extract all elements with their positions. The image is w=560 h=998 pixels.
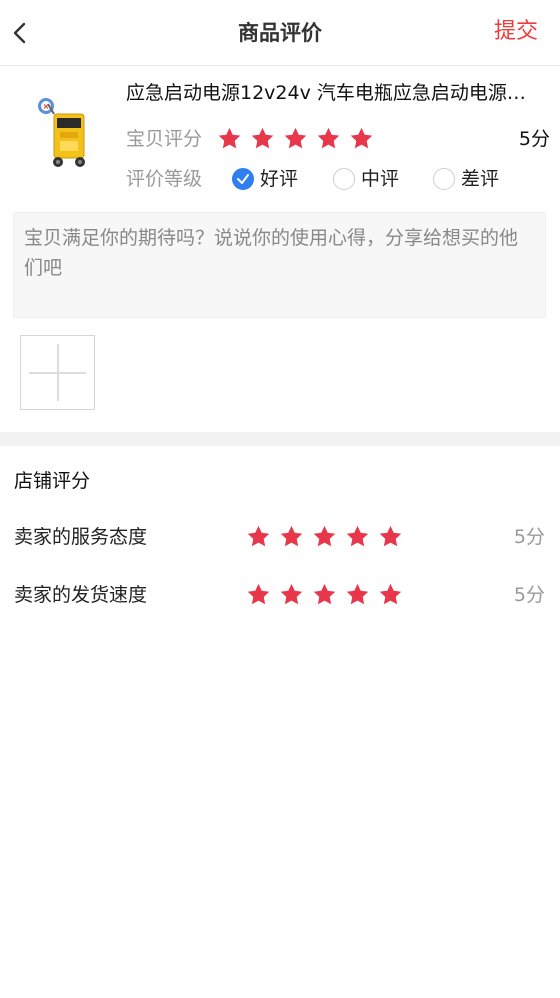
grade-option-good[interactable]: 好评 <box>232 164 298 194</box>
grade-label: 评价等级 <box>126 168 203 190</box>
star-icon[interactable] <box>283 126 308 151</box>
star-icon[interactable] <box>378 582 403 607</box>
star-icon[interactable] <box>312 582 337 607</box>
product-rating-label: 宝贝评分 <box>126 128 203 150</box>
grade-option-label: 好评 <box>260 168 299 190</box>
shop-rating-title: 店铺评分 <box>14 470 91 492</box>
star-icon[interactable] <box>378 524 403 549</box>
product-thumbnail[interactable]: × <box>34 96 94 172</box>
service-rating-label: 卖家的服务态度 <box>14 526 148 548</box>
page-title: 商品评价 <box>238 21 322 45</box>
star-icon[interactable] <box>279 582 304 607</box>
product-section: × 应急启动电源12v24v 汽车电瓶应急启动电源移动电源 宝贝评分 5分 评价… <box>0 66 560 206</box>
star-icon[interactable] <box>316 126 341 151</box>
star-icon[interactable] <box>279 524 304 549</box>
service-rating-score: 5分 <box>513 526 545 548</box>
star-icon[interactable] <box>349 126 374 151</box>
navigation-bar: 商品评价 提交 <box>0 0 560 66</box>
shipping-rating-label: 卖家的发货速度 <box>14 584 148 606</box>
product-rating-score: 5分 <box>518 128 550 150</box>
review-input[interactable] <box>13 212 546 318</box>
star-icon[interactable] <box>345 582 370 607</box>
star-icon[interactable] <box>217 126 242 151</box>
service-rating-stars[interactable] <box>246 524 411 549</box>
add-photo-button[interactable] <box>20 335 95 410</box>
grade-option-label: 差评 <box>461 168 500 190</box>
product-rating-stars[interactable] <box>217 126 382 151</box>
product-title: 应急启动电源12v24v 汽车电瓶应急启动电源移动电源 <box>126 82 540 104</box>
radio-unchecked-icon <box>433 168 455 190</box>
shipping-rating-score: 5分 <box>513 584 545 606</box>
star-icon[interactable] <box>312 524 337 549</box>
grade-option-neutral[interactable]: 中评 <box>333 164 399 194</box>
section-divider <box>0 432 560 446</box>
grade-option-bad[interactable]: 差评 <box>433 164 499 194</box>
star-icon[interactable] <box>246 524 271 549</box>
radio-unchecked-icon <box>333 168 355 190</box>
submit-button[interactable]: 提交 <box>494 16 538 48</box>
radio-checked-icon <box>232 168 254 190</box>
star-icon[interactable] <box>250 126 275 151</box>
grade-option-label: 中评 <box>361 168 400 190</box>
shipping-rating-stars[interactable] <box>246 582 411 607</box>
star-icon[interactable] <box>345 524 370 549</box>
product-image: × <box>38 98 85 167</box>
star-icon[interactable] <box>246 582 271 607</box>
